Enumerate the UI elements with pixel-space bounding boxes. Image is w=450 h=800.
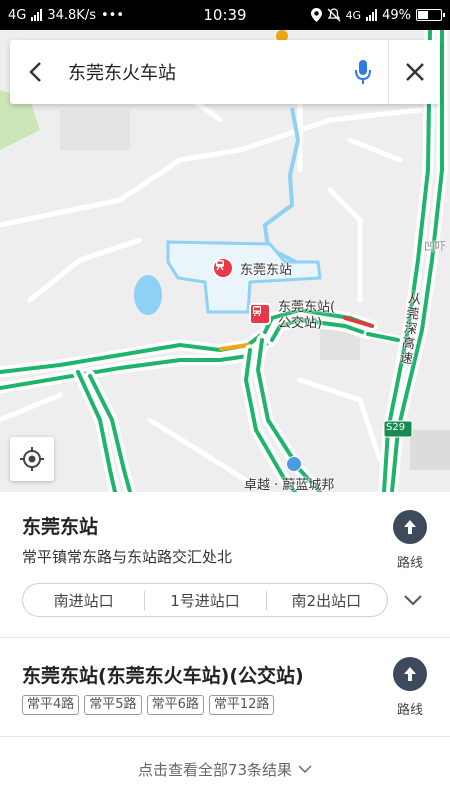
result-title: 东莞东站(东莞东火车站)(公交站) <box>22 665 304 687</box>
search-bar: 东莞东火车站 <box>10 40 440 104</box>
view-all-results-label: 点击查看全部73条结果 <box>137 760 293 779</box>
signal-strength-icon <box>366 9 378 21</box>
locate-me-button[interactable] <box>10 437 54 481</box>
bottom-poi-label[interactable]: 卓越 · 蔚蓝城邦 <box>244 474 334 492</box>
mute-icon <box>327 8 341 22</box>
view-all-results-link[interactable]: 点击查看全部73条结果 <box>0 738 450 800</box>
bus-line-tag: 常平5路 <box>84 695 142 715</box>
route-label: 路线 <box>396 703 423 718</box>
bus-line-tag: 常平12路 <box>208 695 275 715</box>
chevron-left-icon <box>29 62 41 82</box>
expand-entrances-button[interactable] <box>400 588 426 612</box>
network-speed: 34.8K/s <box>47 7 96 23</box>
entrance-option[interactable]: 南2出站口 <box>265 590 387 611</box>
edge-place-label: 凹吓 <box>424 240 446 253</box>
network-type: 4G <box>8 7 27 23</box>
back-button[interactable] <box>10 40 60 104</box>
more-notifications-icon: ••• <box>100 7 124 23</box>
route-label: 路线 <box>396 556 423 571</box>
location-icon <box>310 8 322 22</box>
entrance-option[interactable]: 南进站口 <box>23 590 144 611</box>
result-address: 常平镇常东路与东站路交汇处北 <box>22 548 233 566</box>
result-item-station[interactable]: 东莞东站 常平镇常东路与东站路交汇处北 路线 南进站口 1号进站口 南2出站口 <box>0 492 450 638</box>
building-marker-icon[interactable] <box>286 456 302 472</box>
bus-station-marker-icon[interactable] <box>249 303 271 325</box>
microphone-icon <box>355 60 371 84</box>
network-type-right: 4G <box>345 8 362 22</box>
highway-shield-label: S29 <box>386 422 406 433</box>
chevron-down-icon <box>298 764 312 773</box>
search-input[interactable]: 东莞东火车站 <box>60 59 338 85</box>
route-button[interactable]: 路线 <box>392 510 428 571</box>
station-map-label[interactable]: 东莞东站 <box>240 259 292 278</box>
result-item-bus-station[interactable]: 东莞东站(东莞东火车站)(公交站) 常平4路 常平5路 常平6路 常平12路 路… <box>0 639 450 737</box>
train-station-marker-icon[interactable] <box>212 257 234 279</box>
route-arrow-icon <box>393 510 427 544</box>
battery-percent: 49% <box>382 7 411 23</box>
signal-icon <box>31 9 43 21</box>
bus-station-label-line2: 公交站) <box>278 316 323 331</box>
bus-lines: 常平4路 常平5路 常平6路 常平12路 <box>22 695 275 715</box>
result-title: 东莞东站 <box>22 516 99 538</box>
route-arrow-icon <box>393 657 427 691</box>
voice-search-button[interactable] <box>338 40 388 104</box>
bus-station-map-label[interactable]: 东莞东站( 公交站) <box>278 300 335 332</box>
results-panel: 东莞东站 常平镇常东路与东站路交汇处北 路线 南进站口 1号进站口 南2出站口 … <box>0 492 450 800</box>
close-icon <box>405 63 424 81</box>
route-button[interactable]: 路线 <box>392 657 428 718</box>
bus-station-label-line1: 东莞东站( <box>278 300 336 315</box>
status-bar: 4G 34.8K/s ••• 10:39 4G 49% <box>0 0 450 30</box>
crosshair-icon <box>20 447 44 471</box>
entrance-selector: 南进站口 1号进站口 南2出站口 <box>22 583 388 617</box>
clear-search-button[interactable] <box>388 40 440 104</box>
bus-line-tag: 常平6路 <box>146 695 204 715</box>
bus-line-tag: 常平4路 <box>22 695 80 715</box>
chevron-down-icon <box>404 595 422 606</box>
battery-icon <box>416 9 445 21</box>
entrance-option[interactable]: 1号进站口 <box>144 590 265 611</box>
